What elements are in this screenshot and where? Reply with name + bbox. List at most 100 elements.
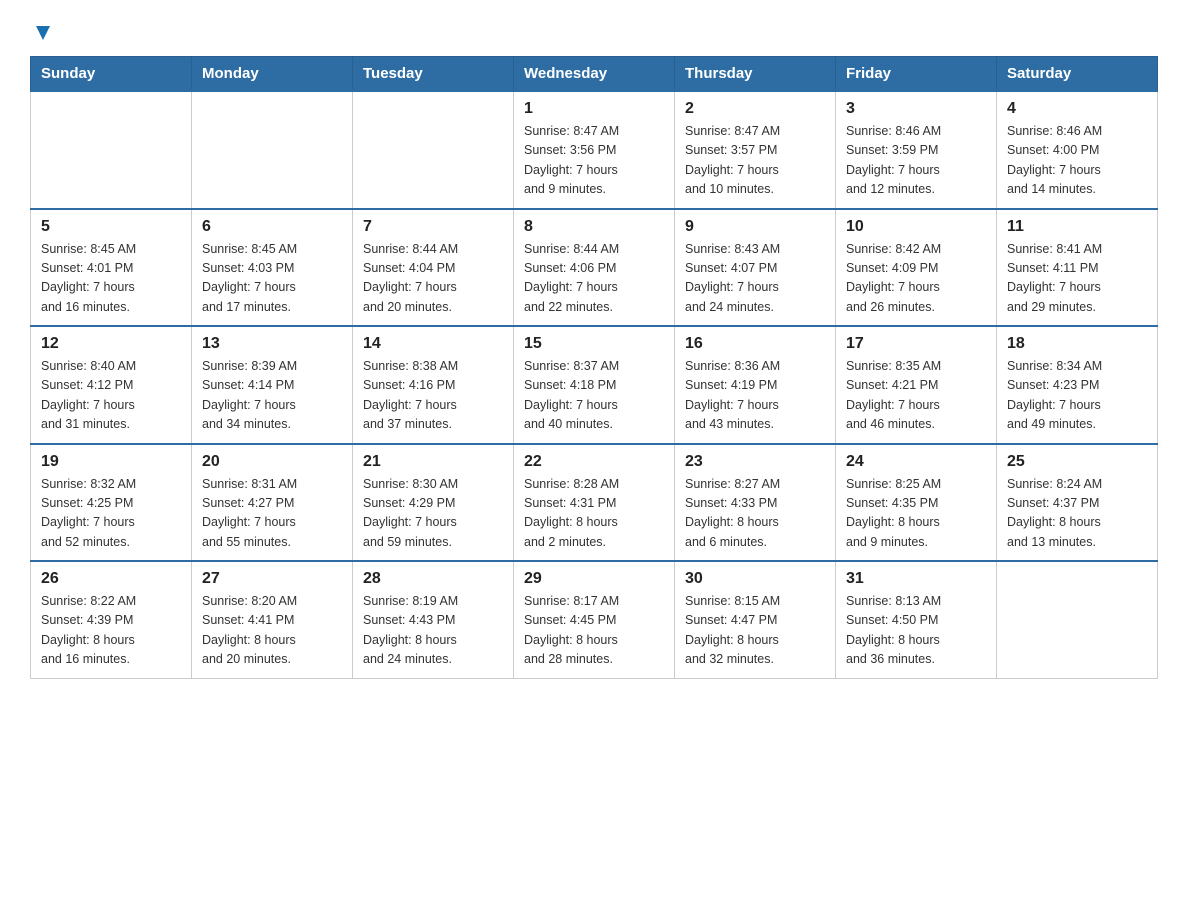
calendar-cell: 15 Sunrise: 8:37 AM Sunset: 4:18 PM Dayli… <box>514 326 675 444</box>
calendar-cell: 24 Sunrise: 8:25 AM Sunset: 4:35 PM Dayli… <box>836 444 997 562</box>
day-info: Sunrise: 8:40 AM Sunset: 4:12 PM Dayligh… <box>41 357 181 435</box>
day-info: Sunrise: 8:28 AM Sunset: 4:31 PM Dayligh… <box>524 475 664 553</box>
calendar-cell: 23 Sunrise: 8:27 AM Sunset: 4:33 PM Dayli… <box>675 444 836 562</box>
day-number: 12 <box>41 335 181 353</box>
day-number: 24 <box>846 453 986 471</box>
day-number: 2 <box>685 100 825 118</box>
calendar-week-row: 12 Sunrise: 8:40 AM Sunset: 4:12 PM Dayli… <box>31 326 1158 444</box>
calendar-cell: 18Sunrise: 8:34 AM Sunset: 4:23 PM Dayli… <box>997 326 1158 444</box>
calendar-cell: 1Sunrise: 8:47 AM Sunset: 3:56 PM Daylig… <box>514 91 675 209</box>
day-info: Sunrise: 8:15 AM Sunset: 4:47 PM Dayligh… <box>685 592 825 670</box>
day-info: Sunrise: 8:41 AM Sunset: 4:11 PM Dayligh… <box>1007 240 1147 318</box>
calendar-cell <box>31 91 192 209</box>
day-info: Sunrise: 8:27 AM Sunset: 4:33 PM Dayligh… <box>685 475 825 553</box>
calendar-cell: 16 Sunrise: 8:36 AM Sunset: 4:19 PM Dayli… <box>675 326 836 444</box>
day-number: 4 <box>1007 100 1147 118</box>
calendar-week-row: 26Sunrise: 8:22 AM Sunset: 4:39 PM Dayli… <box>31 561 1158 678</box>
day-number: 15 <box>524 335 664 353</box>
day-number: 30 <box>685 570 825 588</box>
calendar-cell: 10Sunrise: 8:42 AM Sunset: 4:09 PM Dayli… <box>836 209 997 327</box>
calendar-cell: 26Sunrise: 8:22 AM Sunset: 4:39 PM Dayli… <box>31 561 192 678</box>
calendar-cell: 8 Sunrise: 8:44 AM Sunset: 4:06 PM Daylig… <box>514 209 675 327</box>
calendar-week-row: 19Sunrise: 8:32 AM Sunset: 4:25 PM Dayli… <box>31 444 1158 562</box>
day-info: Sunrise: 8:35 AM Sunset: 4:21 PM Dayligh… <box>846 357 986 435</box>
day-number: 6 <box>202 218 342 236</box>
calendar-cell <box>997 561 1158 678</box>
calendar-cell <box>353 91 514 209</box>
calendar-cell: 19Sunrise: 8:32 AM Sunset: 4:25 PM Dayli… <box>31 444 192 562</box>
calendar-cell: 30 Sunrise: 8:15 AM Sunset: 4:47 PM Dayli… <box>675 561 836 678</box>
calendar-cell: 22 Sunrise: 8:28 AM Sunset: 4:31 PM Dayli… <box>514 444 675 562</box>
calendar-header-tuesday: Tuesday <box>353 57 514 92</box>
day-number: 21 <box>363 453 503 471</box>
day-number: 20 <box>202 453 342 471</box>
day-number: 23 <box>685 453 825 471</box>
day-info: Sunrise: 8:43 AM Sunset: 4:07 PM Dayligh… <box>685 240 825 318</box>
calendar-cell: 5 Sunrise: 8:45 AM Sunset: 4:01 PM Daylig… <box>31 209 192 327</box>
day-info: Sunrise: 8:44 AM Sunset: 4:06 PM Dayligh… <box>524 240 664 318</box>
calendar-week-row: 5 Sunrise: 8:45 AM Sunset: 4:01 PM Daylig… <box>31 209 1158 327</box>
calendar-cell: 7 Sunrise: 8:44 AM Sunset: 4:04 PM Daylig… <box>353 209 514 327</box>
day-number: 25 <box>1007 453 1147 471</box>
day-info: Sunrise: 8:44 AM Sunset: 4:04 PM Dayligh… <box>363 240 503 318</box>
day-info: Sunrise: 8:22 AM Sunset: 4:39 PM Dayligh… <box>41 592 181 670</box>
logo <box>30 20 54 38</box>
day-info: Sunrise: 8:19 AM Sunset: 4:43 PM Dayligh… <box>363 592 503 670</box>
day-number: 28 <box>363 570 503 588</box>
day-info: Sunrise: 8:34 AM Sunset: 4:23 PM Dayligh… <box>1007 357 1147 435</box>
day-number: 22 <box>524 453 664 471</box>
calendar-cell: 20 Sunrise: 8:31 AM Sunset: 4:27 PM Dayli… <box>192 444 353 562</box>
calendar-cell: 21 Sunrise: 8:30 AM Sunset: 4:29 PM Dayli… <box>353 444 514 562</box>
day-number: 14 <box>363 335 503 353</box>
day-info: Sunrise: 8:32 AM Sunset: 4:25 PM Dayligh… <box>41 475 181 553</box>
day-number: 5 <box>41 218 181 236</box>
calendar-header-saturday: Saturday <box>997 57 1158 92</box>
day-number: 27 <box>202 570 342 588</box>
day-info: Sunrise: 8:36 AM Sunset: 4:19 PM Dayligh… <box>685 357 825 435</box>
day-number: 13 <box>202 335 342 353</box>
calendar-cell: 12 Sunrise: 8:40 AM Sunset: 4:12 PM Dayli… <box>31 326 192 444</box>
calendar-cell: 6Sunrise: 8:45 AM Sunset: 4:03 PM Daylig… <box>192 209 353 327</box>
calendar-cell: 29 Sunrise: 8:17 AM Sunset: 4:45 PM Dayli… <box>514 561 675 678</box>
calendar-cell: 3 Sunrise: 8:46 AM Sunset: 3:59 PM Daylig… <box>836 91 997 209</box>
calendar-header-row: SundayMondayTuesdayWednesdayThursdayFrid… <box>31 57 1158 92</box>
day-number: 9 <box>685 218 825 236</box>
day-info: Sunrise: 8:46 AM Sunset: 4:00 PM Dayligh… <box>1007 122 1147 200</box>
day-info: Sunrise: 8:38 AM Sunset: 4:16 PM Dayligh… <box>363 357 503 435</box>
day-number: 10 <box>846 218 986 236</box>
day-number: 8 <box>524 218 664 236</box>
calendar-header-thursday: Thursday <box>675 57 836 92</box>
day-info: Sunrise: 8:31 AM Sunset: 4:27 PM Dayligh… <box>202 475 342 553</box>
calendar-week-row: 1Sunrise: 8:47 AM Sunset: 3:56 PM Daylig… <box>31 91 1158 209</box>
calendar-table: SundayMondayTuesdayWednesdayThursdayFrid… <box>30 56 1158 679</box>
calendar-header-wednesday: Wednesday <box>514 57 675 92</box>
day-info: Sunrise: 8:20 AM Sunset: 4:41 PM Dayligh… <box>202 592 342 670</box>
day-info: Sunrise: 8:30 AM Sunset: 4:29 PM Dayligh… <box>363 475 503 553</box>
day-number: 7 <box>363 218 503 236</box>
day-info: Sunrise: 8:47 AM Sunset: 3:57 PM Dayligh… <box>685 122 825 200</box>
day-number: 16 <box>685 335 825 353</box>
day-number: 29 <box>524 570 664 588</box>
day-info: Sunrise: 8:24 AM Sunset: 4:37 PM Dayligh… <box>1007 475 1147 553</box>
day-number: 31 <box>846 570 986 588</box>
day-info: Sunrise: 8:37 AM Sunset: 4:18 PM Dayligh… <box>524 357 664 435</box>
calendar-cell: 2 Sunrise: 8:47 AM Sunset: 3:57 PM Daylig… <box>675 91 836 209</box>
day-info: Sunrise: 8:13 AM Sunset: 4:50 PM Dayligh… <box>846 592 986 670</box>
day-number: 17 <box>846 335 986 353</box>
calendar-cell: 4 Sunrise: 8:46 AM Sunset: 4:00 PM Daylig… <box>997 91 1158 209</box>
calendar-cell <box>192 91 353 209</box>
day-number: 3 <box>846 100 986 118</box>
calendar-cell: 25 Sunrise: 8:24 AM Sunset: 4:37 PM Dayli… <box>997 444 1158 562</box>
day-info: Sunrise: 8:25 AM Sunset: 4:35 PM Dayligh… <box>846 475 986 553</box>
calendar-cell: 9 Sunrise: 8:43 AM Sunset: 4:07 PM Daylig… <box>675 209 836 327</box>
calendar-cell: 28 Sunrise: 8:19 AM Sunset: 4:43 PM Dayli… <box>353 561 514 678</box>
day-info: Sunrise: 8:46 AM Sunset: 3:59 PM Dayligh… <box>846 122 986 200</box>
day-info: Sunrise: 8:17 AM Sunset: 4:45 PM Dayligh… <box>524 592 664 670</box>
calendar-cell: 27 Sunrise: 8:20 AM Sunset: 4:41 PM Dayli… <box>192 561 353 678</box>
calendar-cell: 14 Sunrise: 8:38 AM Sunset: 4:16 PM Dayli… <box>353 326 514 444</box>
calendar-header-monday: Monday <box>192 57 353 92</box>
calendar-header-friday: Friday <box>836 57 997 92</box>
calendar-cell: 11Sunrise: 8:41 AM Sunset: 4:11 PM Dayli… <box>997 209 1158 327</box>
day-info: Sunrise: 8:45 AM Sunset: 4:01 PM Dayligh… <box>41 240 181 318</box>
page-header <box>30 20 1158 38</box>
